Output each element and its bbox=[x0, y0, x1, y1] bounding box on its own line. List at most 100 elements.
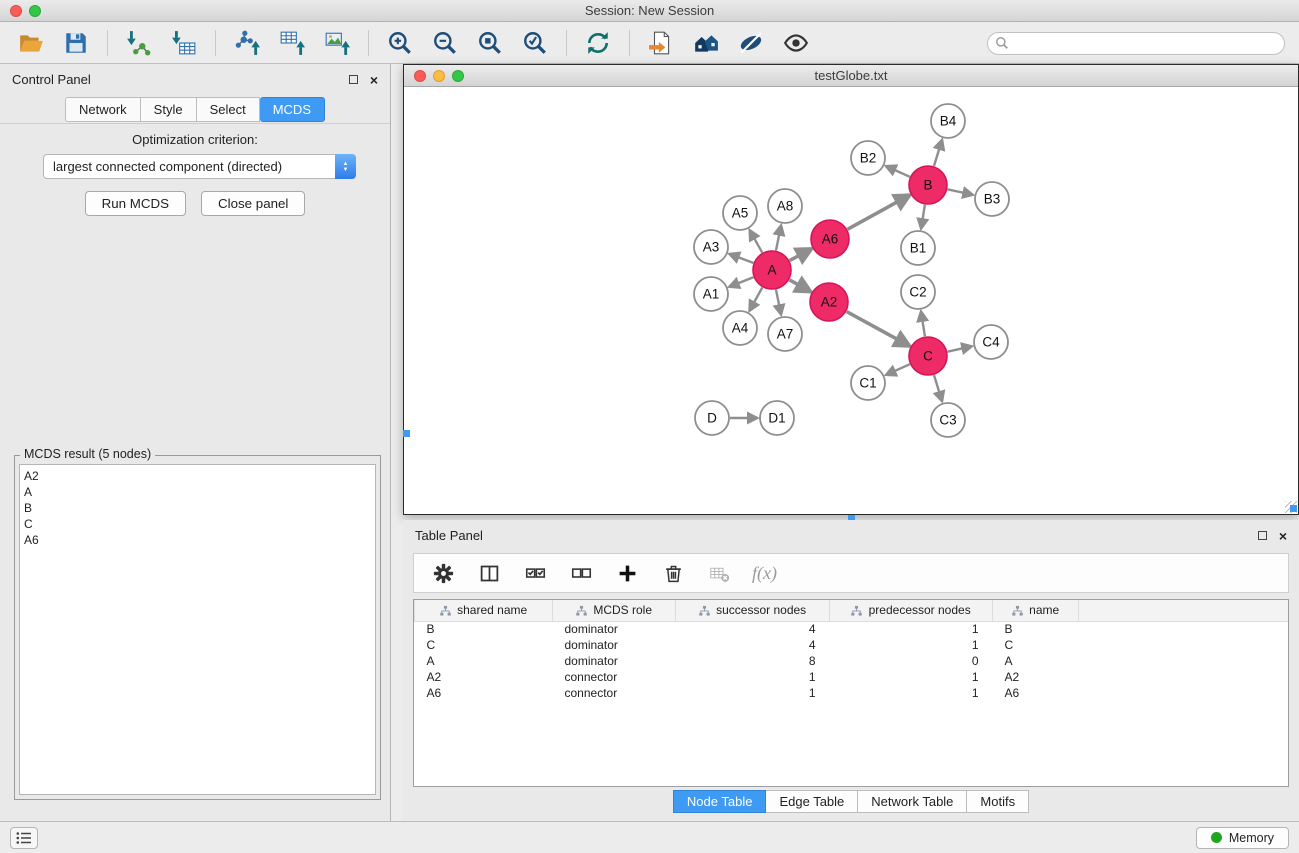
table-cell[interactable]: 1 bbox=[676, 685, 830, 701]
network-node-B4[interactable]: B4 bbox=[931, 104, 965, 138]
network-edge[interactable] bbox=[731, 254, 754, 263]
run-mcds-button[interactable]: Run MCDS bbox=[85, 191, 186, 216]
column-header-shared-name[interactable]: shared name bbox=[415, 600, 553, 621]
table-cell[interactable]: 4 bbox=[676, 637, 830, 653]
close-panel-button[interactable]: Close panel bbox=[201, 191, 305, 216]
tab-motifs[interactable]: Motifs bbox=[967, 790, 1029, 813]
network-canvas[interactable]: B4B2BB3A5A8A6A3B1AA1C2A2A4A7CC4C1C3DD1 bbox=[404, 87, 1298, 514]
network-edge[interactable] bbox=[848, 196, 908, 229]
table-cell[interactable]: 1 bbox=[830, 669, 993, 685]
network-edge[interactable] bbox=[934, 141, 942, 166]
network-edge[interactable] bbox=[921, 205, 925, 228]
table-cell[interactable]: C bbox=[993, 637, 1079, 653]
zoom-selected-button[interactable] bbox=[514, 26, 556, 60]
table-cell[interactable]: connector bbox=[553, 669, 676, 685]
table-cell[interactable]: 0 bbox=[830, 653, 993, 669]
close-panel-icon[interactable]: × bbox=[1279, 531, 1287, 541]
deselect-all-button[interactable] bbox=[568, 560, 594, 586]
network-svg[interactable]: B4B2BB3A5A8A6A3B1AA1C2A2A4A7CC4C1C3DD1 bbox=[404, 87, 1298, 514]
mcds-result-list[interactable]: A2ABCA6 bbox=[19, 464, 376, 795]
network-edge[interactable] bbox=[789, 280, 809, 291]
zoom-out-button[interactable] bbox=[424, 26, 466, 60]
tab-network[interactable]: Network bbox=[65, 97, 141, 122]
export-network-button[interactable] bbox=[226, 26, 268, 60]
network-edge[interactable] bbox=[750, 231, 762, 252]
tab-style[interactable]: Style bbox=[141, 97, 197, 122]
table-cell[interactable]: A bbox=[993, 653, 1079, 669]
zoom-in-button[interactable] bbox=[379, 26, 421, 60]
table-cell[interactable]: dominator bbox=[553, 653, 676, 669]
open-session-button[interactable] bbox=[10, 26, 52, 60]
network-node-B2[interactable]: B2 bbox=[851, 141, 885, 175]
delete-table-button[interactable] bbox=[706, 560, 732, 586]
column-header-MCDS-role[interactable]: MCDS role bbox=[553, 600, 676, 621]
tab-mcds[interactable]: MCDS bbox=[260, 97, 325, 122]
table-row[interactable]: Cdominator41C bbox=[415, 637, 1289, 653]
network-close-icon[interactable] bbox=[414, 70, 426, 82]
save-session-button[interactable] bbox=[55, 26, 97, 60]
graphics-details-button[interactable] bbox=[730, 26, 772, 60]
export-table-button[interactable] bbox=[271, 26, 313, 60]
table-cell[interactable]: C bbox=[415, 637, 553, 653]
table-cell[interactable]: 1 bbox=[830, 685, 993, 701]
column-header-successor-nodes[interactable]: successor nodes bbox=[676, 600, 830, 621]
float-panel-icon[interactable] bbox=[349, 75, 358, 84]
network-node-A2[interactable]: A2 bbox=[810, 283, 848, 321]
network-node-A4[interactable]: A4 bbox=[723, 311, 757, 345]
network-edge[interactable] bbox=[776, 290, 781, 314]
network-edge[interactable] bbox=[750, 288, 762, 310]
table-row[interactable]: Adominator80A bbox=[415, 653, 1289, 669]
network-node-A5[interactable]: A5 bbox=[723, 196, 757, 230]
table-row[interactable]: A2connector11A2 bbox=[415, 669, 1289, 685]
table-cell[interactable]: A2 bbox=[993, 669, 1079, 685]
table-cell[interactable]: 1 bbox=[830, 637, 993, 653]
tab-network-table[interactable]: Network Table bbox=[858, 790, 967, 813]
mcds-result-item[interactable]: A2 bbox=[20, 468, 375, 484]
network-node-B[interactable]: B bbox=[909, 166, 947, 204]
network-node-C4[interactable]: C4 bbox=[974, 325, 1008, 359]
network-node-D[interactable]: D bbox=[695, 401, 729, 435]
table-cell[interactable]: A bbox=[415, 653, 553, 669]
table-cell[interactable]: 1 bbox=[830, 621, 993, 637]
mcds-result-item[interactable]: A bbox=[20, 484, 375, 500]
tab-edge-table[interactable]: Edge Table bbox=[766, 790, 858, 813]
network-edge[interactable] bbox=[934, 375, 942, 400]
network-node-C2[interactable]: C2 bbox=[901, 275, 935, 309]
toggle-columns-button[interactable] bbox=[476, 560, 502, 586]
tab-node-table[interactable]: Node Table bbox=[673, 790, 767, 813]
table-cell[interactable]: dominator bbox=[553, 637, 676, 653]
close-panel-icon[interactable]: × bbox=[370, 75, 378, 85]
import-network-button[interactable] bbox=[118, 26, 160, 60]
table-cell[interactable]: B bbox=[993, 621, 1079, 637]
network-node-C[interactable]: C bbox=[909, 337, 947, 375]
network-node-A8[interactable]: A8 bbox=[768, 189, 802, 223]
table-cell[interactable]: 8 bbox=[676, 653, 830, 669]
network-node-A3[interactable]: A3 bbox=[694, 230, 728, 264]
mcds-result-item[interactable]: C bbox=[20, 516, 375, 532]
network-edge[interactable] bbox=[790, 250, 810, 261]
export-image-button[interactable] bbox=[316, 26, 358, 60]
select-all-button[interactable] bbox=[522, 560, 548, 586]
table-cell[interactable]: A6 bbox=[415, 685, 553, 701]
table-cell[interactable]: connector bbox=[553, 685, 676, 701]
column-header-name[interactable]: name bbox=[993, 600, 1079, 621]
table-row[interactable]: Bdominator41B bbox=[415, 621, 1289, 637]
apply-layout-button[interactable] bbox=[577, 26, 619, 60]
overview-button[interactable] bbox=[685, 26, 727, 60]
network-node-B1[interactable]: B1 bbox=[901, 231, 935, 265]
network-node-A[interactable]: A bbox=[753, 251, 791, 289]
zoom-window-icon[interactable] bbox=[29, 5, 41, 17]
network-minimize-icon[interactable] bbox=[433, 70, 445, 82]
splitter-handle[interactable] bbox=[1290, 505, 1297, 512]
network-edge[interactable] bbox=[948, 189, 972, 194]
network-node-A6[interactable]: A6 bbox=[811, 220, 849, 258]
float-panel-icon[interactable] bbox=[1258, 531, 1267, 540]
network-edge[interactable] bbox=[731, 277, 754, 286]
splitter-handle[interactable] bbox=[403, 430, 410, 437]
optimization-dropdown[interactable]: largest connected component (directed) ▲… bbox=[43, 154, 356, 179]
first-neighbors-button[interactable] bbox=[640, 26, 682, 60]
tab-select[interactable]: Select bbox=[197, 97, 260, 122]
function-builder-button[interactable]: f(x) bbox=[752, 563, 777, 584]
toolbar-search-input[interactable] bbox=[987, 32, 1285, 55]
network-node-C3[interactable]: C3 bbox=[931, 403, 965, 437]
